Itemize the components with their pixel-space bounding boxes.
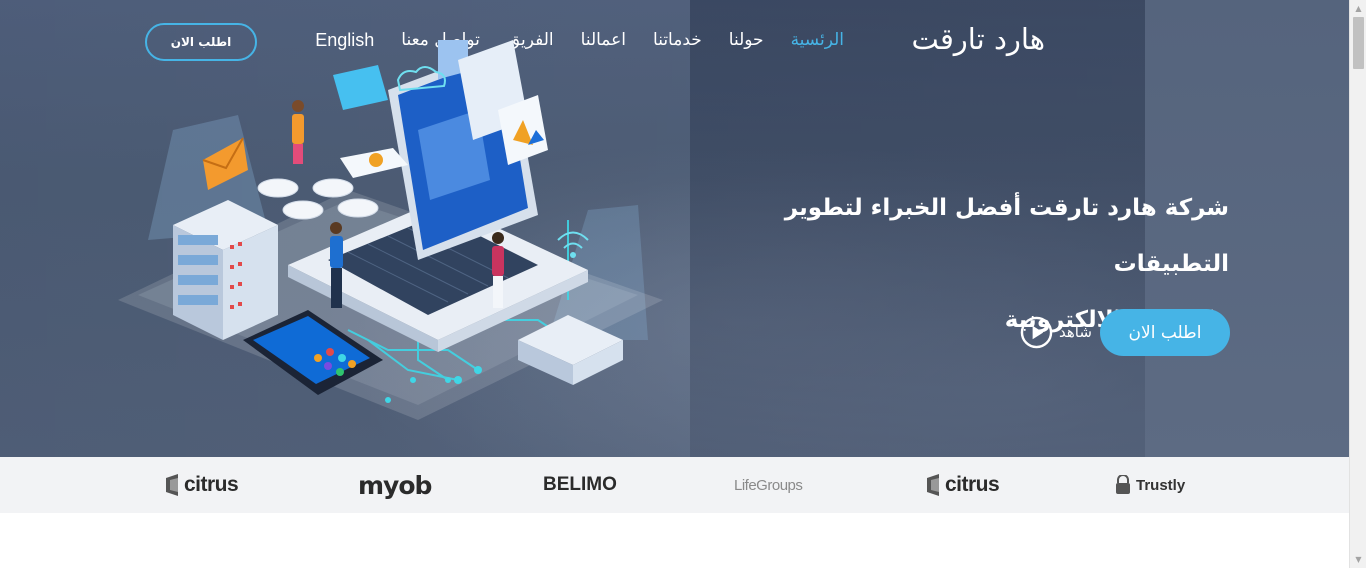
citrus-logo-icon: citrus	[164, 467, 239, 503]
hero-order-button[interactable]: اطلب الان	[1100, 309, 1230, 356]
watch-video-button[interactable]: شاهد	[1020, 314, 1092, 350]
trustly-logo-icon: Trustly	[1114, 467, 1185, 503]
lifegroups-logo-icon: LifeGroups	[734, 467, 803, 503]
belimo-logo-icon: BELIMO	[543, 467, 617, 503]
myob-logo-icon: myob	[358, 467, 432, 503]
page: هارد تارقت الرئسية حولنا خدماتنا اعمالنا…	[0, 0, 1366, 568]
nav-item-home[interactable]: الرئسية	[791, 30, 844, 51]
client-name: LifeGroups	[734, 476, 803, 494]
scroll-down-arrow-icon[interactable]: ▼	[1350, 551, 1366, 568]
brand-logo[interactable]: هارد تارقت	[895, 22, 1045, 58]
isometric-laptop-servers-illustration	[118, 40, 663, 420]
client-name: myob	[358, 470, 432, 500]
clients-logos-bar: citrus myob BELIMO LifeGroups citrus Tru…	[0, 457, 1349, 513]
hero-section: هارد تارقت الرئسية حولنا خدماتنا اعمالنا…	[0, 0, 1349, 457]
client-name: BELIMO	[543, 474, 617, 495]
scroll-up-arrow-icon[interactable]: ▲	[1350, 0, 1366, 17]
client-name: citrus	[184, 473, 239, 496]
page-content-area	[0, 513, 1349, 568]
scrollbar-thumb[interactable]	[1353, 17, 1364, 69]
play-circle-icon	[1020, 316, 1053, 348]
client-name: citrus	[945, 473, 1000, 496]
vertical-scrollbar[interactable]: ▲ ▼	[1349, 0, 1366, 568]
watch-label: شاهد	[1059, 323, 1092, 341]
citrus-logo-icon: citrus	[925, 467, 1000, 503]
nav-item-about[interactable]: حولنا	[729, 30, 764, 51]
client-name: Trustly	[1136, 476, 1186, 494]
hero-title-line-1: شركة هارد تارقت أفضل الخبراء لتطوير التط…	[784, 195, 1229, 277]
